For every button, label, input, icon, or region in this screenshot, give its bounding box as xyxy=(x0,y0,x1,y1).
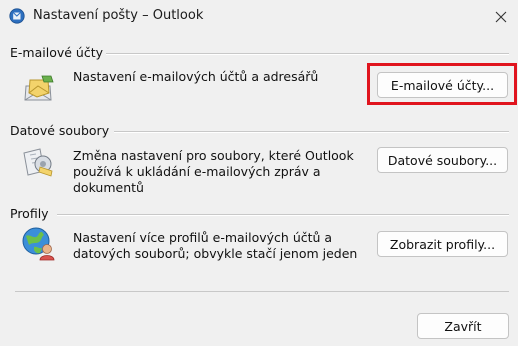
profiles-divider xyxy=(57,214,509,216)
footer-divider xyxy=(15,291,509,292)
title-bar: Nastavení pošty – Outlook xyxy=(0,0,518,34)
email-accounts-heading: E-mailové účty xyxy=(10,45,107,60)
data-files-divider xyxy=(114,131,509,133)
profiles-icon xyxy=(22,227,55,261)
close-button[interactable] xyxy=(487,4,515,30)
close-icon xyxy=(495,11,507,23)
profiles-heading: Profily xyxy=(10,206,53,221)
email-accounts-button[interactable]: E-mailové účty... xyxy=(377,72,508,98)
window-title: Nastavení pošty – Outlook xyxy=(33,8,204,23)
data-files-icon xyxy=(23,148,53,177)
email-accounts-divider xyxy=(106,53,509,55)
profiles-description: Nastavení více profilů e-mailových účtů … xyxy=(73,230,358,261)
data-files-description: Změna nastavení pro soubory, které Outlo… xyxy=(73,148,354,195)
email-accounts-icon xyxy=(24,75,54,101)
data-files-heading: Datové soubory xyxy=(10,123,114,138)
outlook-icon xyxy=(9,8,25,24)
close-dialog-button[interactable]: Zavřít xyxy=(417,313,509,339)
email-accounts-description: Nastavení e-mailových účtů a adresářů xyxy=(73,69,319,84)
show-profiles-button[interactable]: Zobrazit profily... xyxy=(377,231,508,257)
data-files-button[interactable]: Datové soubory... xyxy=(377,147,508,173)
